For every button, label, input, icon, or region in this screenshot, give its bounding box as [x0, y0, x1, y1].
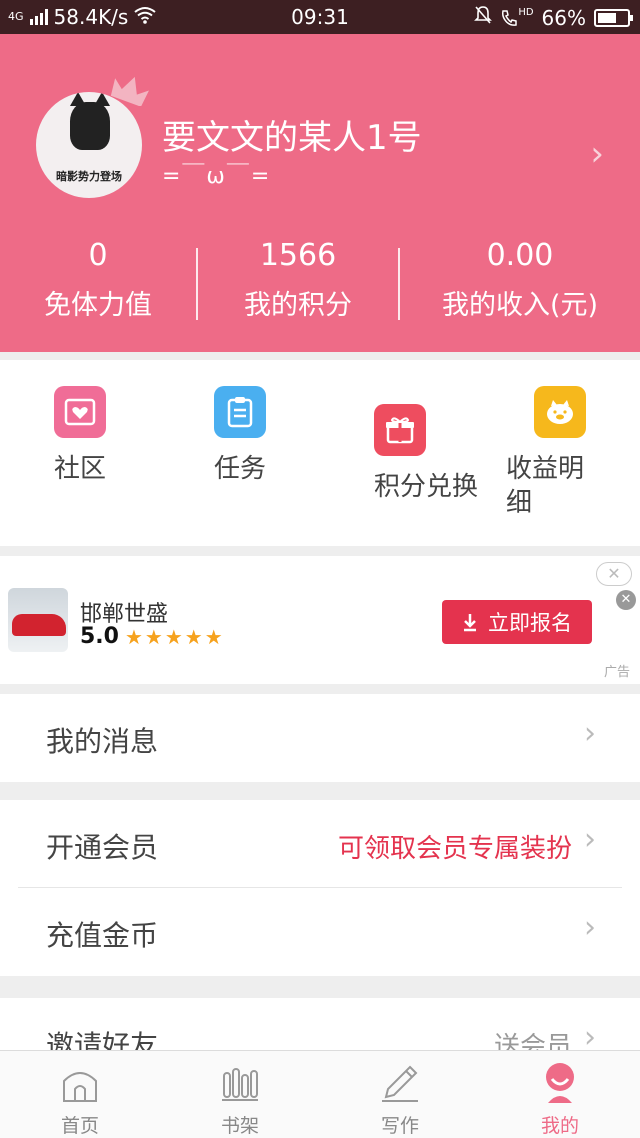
bottom-nav: 首页 书架 写作 我的 [0, 1050, 640, 1138]
menu-vip-promo: 可领取会员专属装扮 [337, 834, 572, 864]
pen-icon [360, 1061, 440, 1105]
menu-item-messages[interactable]: 我的消息 › [0, 694, 640, 782]
menu-label: 开通会员 [46, 831, 159, 864]
menu-group-account: 开通会员 可领取会员专属装扮 › 充值金币 › [0, 800, 640, 976]
download-icon [464, 614, 476, 632]
ad-label: 广告 [603, 665, 630, 680]
profile-icon [520, 1061, 600, 1105]
stat-label: 免体力值 [44, 290, 152, 321]
profile-header[interactable]: 暗影势力登场 要文文的某人1号 =￣ω￣= › 0 免体力值 1566 我的积分… [0, 34, 640, 352]
ad-close-button[interactable]: ✕ [596, 562, 632, 586]
ad-banner[interactable]: 邯郸世盛 5.0 ★★★★★ 立即报名 ✕ ✕ 广告 [0, 556, 640, 684]
nav-label: 写作 [380, 1115, 419, 1137]
ad-rating-value: 5.0 [80, 624, 119, 649]
menu-label: 充值金币 [46, 919, 159, 952]
menu-group-messages: 我的消息 › [0, 694, 640, 782]
user-signature: =￣ω￣= [162, 164, 272, 189]
shortcut-tasks[interactable]: 任务 [214, 386, 266, 486]
chevron-right-icon: › [584, 716, 596, 751]
battery-icon [594, 8, 633, 27]
menu-item-recharge[interactable]: 充值金币 › [0, 888, 640, 976]
nav-mine[interactable]: 我的 [520, 1061, 600, 1138]
avatar[interactable]: 暗影势力登场 [36, 92, 142, 198]
nav-write[interactable]: 写作 [360, 1061, 440, 1138]
avatar-cat-image [70, 92, 110, 150]
username: 要文文的某人1号 [162, 118, 422, 158]
ad-car-image [8, 588, 68, 652]
ad-rating: 5.0 ★★★★★ [80, 624, 225, 649]
shortcut-label: 积分兑换 [374, 472, 479, 502]
hd-label: HD [518, 6, 534, 18]
chevron-right-icon[interactable]: › [590, 134, 604, 174]
clipboard-icon [214, 386, 266, 438]
phone-hd-icon: HD [500, 6, 534, 28]
stat-label: 我的积分 [244, 290, 352, 321]
shortcut-label: 收益明细 [506, 454, 585, 518]
shortcut-label: 任务 [214, 454, 267, 484]
chevron-right-icon: › [584, 910, 596, 945]
shortcuts-grid: 社区 任务 积分兑换 收益明细 [0, 360, 640, 546]
menu-label: 邀请好友 [46, 1029, 159, 1050]
chevron-right-icon: › [584, 1020, 596, 1050]
menu-group-invite: 邀请好友 送会员 › [0, 998, 640, 1050]
nav-label: 我的 [540, 1115, 579, 1137]
stat-label: 我的收入(元) [441, 290, 599, 321]
ad-dismiss-icon[interactable]: ✕ [616, 590, 636, 610]
ad-button-label: 立即报名 [488, 611, 572, 635]
shortcut-earnings[interactable]: 收益明细 [506, 386, 606, 520]
stats-row: 0 免体力值 1566 我的积分 0.00 我的收入(元) [0, 238, 640, 328]
menu-item-vip[interactable]: 开通会员 可领取会员专属装扮 › [0, 800, 640, 888]
shortcut-label: 社区 [54, 454, 107, 484]
status-right: HD 66% [474, 5, 633, 30]
crown-icon [110, 76, 149, 106]
bookshelf-icon [200, 1061, 280, 1105]
menu-invite-promo: 送会员 [493, 1032, 572, 1050]
bell-muted-icon [474, 5, 493, 30]
shortcut-exchange[interactable]: 积分兑换 [374, 404, 478, 504]
star-rating-icon: ★★★★★ [124, 624, 225, 649]
stat-value: 0.00 [486, 238, 554, 273]
menu-label: 我的消息 [46, 725, 159, 758]
stat-value: 1566 [259, 238, 337, 273]
home-icon [40, 1061, 120, 1105]
stat-value: 0 [88, 238, 108, 273]
nav-label: 书架 [220, 1115, 259, 1137]
heart-mail-icon [54, 386, 106, 438]
battery-percent: 66% [541, 5, 586, 30]
shortcut-community[interactable]: 社区 [54, 386, 106, 486]
piggy-bank-icon [534, 386, 586, 438]
gift-icon [374, 404, 426, 456]
stat-points[interactable]: 1566 我的积分 [198, 238, 398, 322]
stat-stamina[interactable]: 0 免体力值 [0, 238, 196, 322]
chevron-right-icon: › [584, 822, 596, 857]
nav-label: 首页 [60, 1115, 99, 1137]
status-bar: 4G 58.4K/s 09:31 HD 66% [0, 0, 640, 34]
ad-signup-button[interactable]: 立即报名 [442, 600, 592, 644]
menu-item-invite[interactable]: 邀请好友 送会员 › [0, 998, 640, 1050]
nav-bookshelf[interactable]: 书架 [200, 1061, 280, 1138]
stat-income[interactable]: 0.00 我的收入(元) [400, 238, 640, 322]
nav-home[interactable]: 首页 [40, 1061, 120, 1138]
avatar-caption: 暗影势力登场 [56, 170, 122, 183]
